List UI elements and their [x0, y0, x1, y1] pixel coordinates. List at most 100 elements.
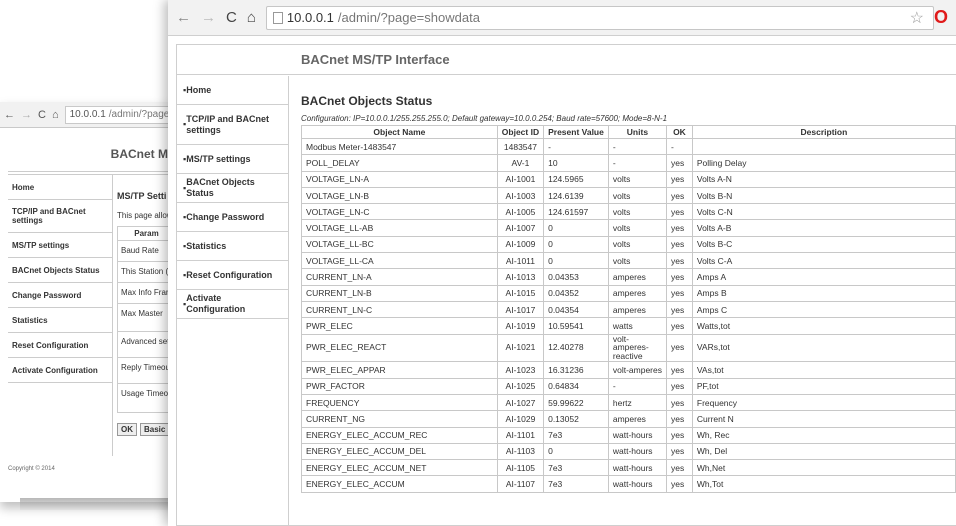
- table-cell: 124.5965: [543, 170, 609, 188]
- table-cell: yes: [666, 317, 693, 335]
- sidebar-item-reset-configuration[interactable]: ▪ Reset Configuration: [177, 261, 288, 290]
- table-cell: yes: [666, 475, 693, 493]
- column-header[interactable]: Present Value: [543, 125, 609, 139]
- back-sidebar-item[interactable]: BACnet Objects Status: [8, 258, 112, 283]
- table-row: PWR_FACTOR AI-1025 0.64834- yes PF,tot: [301, 377, 956, 395]
- table-cell: AI-1017: [496, 300, 545, 319]
- back-param-row: This Station (M: [118, 262, 175, 283]
- star-icon[interactable]: ☆: [910, 8, 924, 28]
- table-cell: yes: [666, 203, 693, 221]
- sidebar-item-change-password[interactable]: ▪ Change Password: [177, 203, 288, 232]
- page-icon: [272, 11, 283, 24]
- back-sidebar-item[interactable]: Home: [8, 175, 112, 200]
- back-sidebar: Home TCP/IP and BACnet settings MS/TP sett…: [8, 175, 113, 456]
- table-cell: 0: [543, 219, 609, 237]
- sidebar-item-label: Activate Configuration: [186, 293, 246, 314]
- back-arrow-icon[interactable]: ←: [176, 9, 191, 26]
- table-cell: PWR_ELEC_APPAR: [301, 361, 498, 379]
- sidebar-item-label: Reset Configuration: [186, 269, 273, 280]
- table-row: ENERGY_ELEC_ACCUM_NET AI-1105 7e3 watt-hour…: [301, 459, 956, 477]
- table-cell: 0.04352: [543, 284, 609, 302]
- opera-logo-icon[interactable]: O: [934, 7, 948, 28]
- sidebar-item-label: TCP/IP and BACnet settings: [186, 113, 270, 135]
- sidebar-item-label: Home: [186, 84, 212, 95]
- back-param-row: Max Info Frame: [118, 283, 177, 304]
- address-bar[interactable]: 10.0.0.1/admin/?page=showdata: [265, 5, 934, 30]
- back-arrow-icon[interactable]: ←: [4, 109, 15, 121]
- table-cell: AI-1105: [496, 459, 545, 477]
- table-cell: CURRENT_LN-B: [301, 284, 498, 302]
- configuration-line: Configuration: IP=10.0.0.1/255.255.255.0…: [301, 114, 668, 123]
- table-body: Modbus Meter-1483547 1483547- - - POLL_DELAY…: [301, 137, 956, 493]
- table-cell: 7e3: [543, 475, 609, 493]
- table-cell: Current N: [691, 410, 956, 428]
- table-cell: AI-1023: [496, 361, 545, 379]
- back-sidebar-item[interactable]: Activate Configuration: [8, 358, 112, 383]
- column-header[interactable]: Object Name: [301, 125, 498, 139]
- table-row: PWR_ELEC AI-1019 10.59541 watts yes Watts,tot: [301, 317, 956, 335]
- table-cell: AI-1027: [496, 393, 545, 412]
- table-cell: AI-1013: [496, 268, 545, 286]
- back-sidebar-item[interactable]: Change Password: [8, 283, 112, 308]
- table-cell: Volts B-C: [691, 235, 956, 254]
- table-row: CURRENT_NG AI-1029 0.13052 amperes yes Curren…: [301, 410, 956, 428]
- table-cell: FREQUENCY: [301, 393, 498, 412]
- reload-icon[interactable]: C: [226, 9, 237, 26]
- table-cell: Amps B: [691, 284, 956, 302]
- table-cell: AI-1007: [496, 219, 545, 237]
- sidebar-item-ms-tp-settings[interactable]: ▪ MS/TP settings: [177, 145, 288, 174]
- table-cell: watt-hours: [607, 442, 668, 461]
- table-cell: yes: [666, 361, 693, 379]
- back-browser-toolbar: ← → C ⌂ 10.0.0.1/admin/?page=: [0, 102, 180, 128]
- table-row: ENERGY_ELEC_ACCUM AI-1107 7e3 watt-hours yes…: [301, 475, 956, 493]
- sidebar-item-bacnet-objects-status[interactable]: ▪ BACnet Objects Status: [177, 174, 288, 203]
- table-cell: AI-1011: [496, 252, 545, 270]
- table-cell: Amps C: [691, 300, 956, 319]
- back-sidebar-item[interactable]: TCP/IP and BACnet settings: [8, 200, 112, 233]
- column-header[interactable]: OK: [666, 125, 693, 139]
- forward-arrow-icon[interactable]: →: [201, 9, 216, 26]
- table-cell: yes: [666, 170, 693, 188]
- home-icon[interactable]: ⌂: [52, 109, 59, 121]
- sidebar-item-activate-configuration[interactable]: ▪ Activate Configuration: [177, 290, 288, 319]
- back-param-row: Baud Rate: [118, 241, 175, 262]
- back-sidebar-item[interactable]: Statistics: [8, 308, 112, 333]
- column-header[interactable]: Object ID: [496, 125, 545, 139]
- column-header[interactable]: Description: [691, 125, 956, 139]
- table-cell: -: [607, 154, 668, 172]
- sidebar-item-home[interactable]: ▪ Home: [177, 76, 288, 105]
- back-sidebar-item[interactable]: Reset Configuration: [8, 333, 112, 358]
- table-cell: VOLTAGE_LN-A: [301, 170, 498, 188]
- table-cell: AI-1005: [496, 203, 545, 221]
- table-cell: ENERGY_ELEC_ACCUM_DEL: [301, 442, 498, 461]
- table-cell: 59.99622: [543, 393, 609, 412]
- table-cell: Wh, Del: [691, 442, 956, 461]
- table-cell: 7e3: [543, 426, 609, 444]
- table-cell: watt-hours: [607, 475, 668, 493]
- back-app-title: BACnet MS: [8, 136, 180, 172]
- table-cell: Volts B-N: [691, 186, 956, 205]
- table-cell: volts: [607, 219, 668, 237]
- back-address-bar[interactable]: 10.0.0.1/admin/?page=: [64, 105, 172, 124]
- app-title: BACnet MS/TP Interface: [177, 45, 956, 75]
- sidebar-item-tcp-ip-and-bacnet-settings[interactable]: ▪ TCP/IP and BACnet settings: [177, 105, 288, 145]
- table-cell: 0: [543, 252, 609, 270]
- forward-arrow-icon[interactable]: →: [21, 109, 32, 121]
- table-cell: VARs,tot: [691, 333, 956, 363]
- table-cell: -: [607, 137, 668, 156]
- back-sidebar-item[interactable]: MS/TP settings: [8, 233, 112, 258]
- sidebar-item-statistics[interactable]: ▪ Statistics: [177, 232, 288, 261]
- table-cell: 0.04354: [543, 300, 609, 319]
- reload-icon[interactable]: C: [38, 109, 46, 121]
- home-icon[interactable]: ⌂: [247, 9, 256, 26]
- table-cell: PF,tot: [691, 377, 956, 395]
- table-row: CURRENT_LN-A AI-1013 0.04353 amperes yes Amps…: [301, 268, 956, 286]
- column-header[interactable]: Units: [607, 125, 668, 139]
- table-cell: yes: [666, 377, 693, 395]
- back-basic-button[interactable]: Basic: [140, 423, 170, 436]
- table-cell: VAs,tot: [691, 361, 956, 379]
- url-path: /admin/?page=showdata: [337, 10, 480, 25]
- table-cell: POLL_DELAY: [301, 154, 498, 172]
- back-ok-button[interactable]: OK: [117, 423, 137, 436]
- table-cell: Amps A: [691, 268, 956, 286]
